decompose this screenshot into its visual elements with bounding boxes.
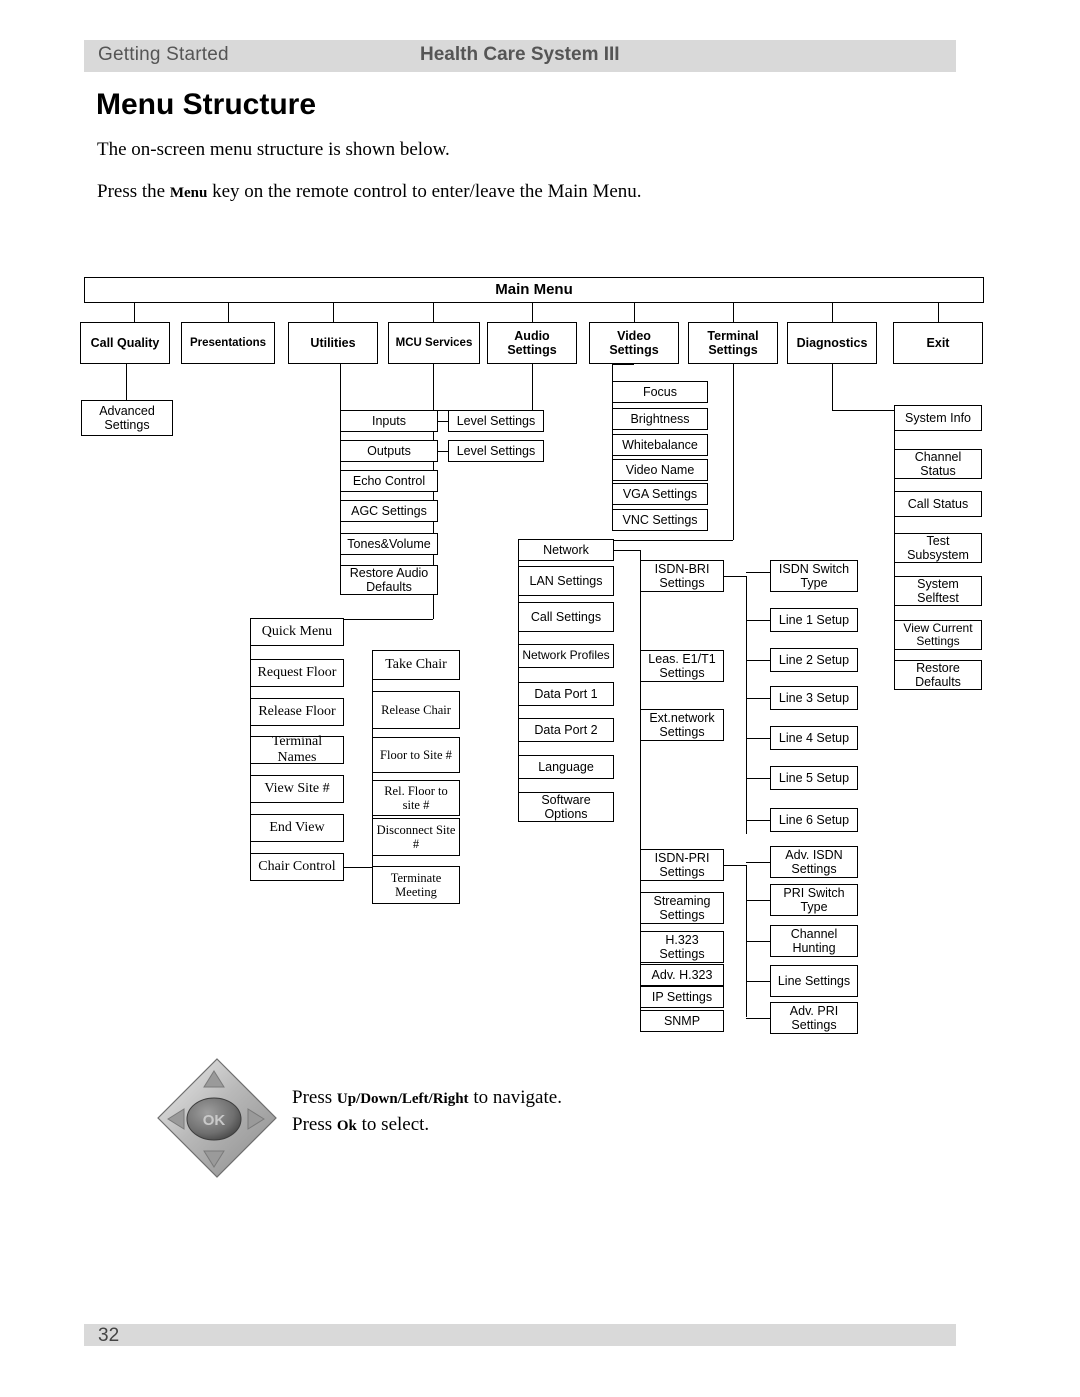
node-advanced-settings: Advanced Settings — [81, 400, 173, 436]
node-lan-settings: LAN Settings — [518, 566, 614, 596]
node-line-2-setup: Line 2 Setup — [770, 648, 858, 672]
node-audio-settings: Audio Settings — [487, 322, 577, 364]
node-line-6-setup: Line 6 Setup — [770, 808, 858, 832]
node-vga-settings: VGA Settings — [612, 483, 708, 505]
node-terminate-meeting: Terminate Meeting — [372, 866, 460, 904]
node-inputs: Inputs — [340, 410, 438, 432]
svg-text:OK: OK — [203, 1112, 226, 1129]
node-chair-control: Chair Control — [250, 853, 344, 881]
node-inputs-level-settings: Level Settings — [448, 410, 544, 432]
node-data-port-1: Data Port 1 — [518, 682, 614, 706]
node-echo-control: Echo Control — [340, 470, 438, 492]
node-leased-e1t1-settings: Leas. E1/T1 Settings — [640, 650, 724, 682]
node-line-settings: Line Settings — [770, 965, 858, 997]
node-channel-status: Channel Status — [894, 449, 982, 479]
nav-line1-before: Press — [292, 1087, 337, 1108]
menu-structure-diagram: Main Menu Call Quality Presentations Uti… — [0, 0, 1080, 1397]
node-end-view: End View — [250, 814, 344, 842]
node-call-quality: Call Quality — [80, 322, 170, 364]
node-ip-settings: IP Settings — [640, 986, 724, 1008]
nav-line1-after: to navigate. — [468, 1087, 562, 1108]
node-quick-menu: Quick Menu — [250, 618, 344, 646]
node-terminal-settings: Terminal Settings — [688, 322, 778, 364]
page: Getting Started Health Care System III M… — [0, 0, 1080, 1397]
node-system-info: System Info — [894, 405, 982, 431]
node-exit: Exit — [893, 322, 983, 364]
node-release-floor: Release Floor — [250, 698, 344, 726]
node-system-selftest: System Selftest — [894, 576, 982, 606]
node-utilities: Utilities — [288, 322, 378, 364]
footer-bar — [84, 1324, 956, 1346]
node-rel-floor-to-site: Rel. Floor to site # — [372, 780, 460, 816]
navigation-pad-graphic: OK — [152, 1053, 282, 1183]
node-vnc-settings: VNC Settings — [612, 509, 708, 531]
node-isdn-switch-type: ISDN Switch Type — [770, 560, 858, 592]
node-channel-hunting: Channel Hunting — [770, 925, 858, 957]
nav-instruction-line-2: Press Ok to select. — [292, 1114, 429, 1136]
nav-line2-after: to select. — [356, 1114, 430, 1135]
node-network: Network — [518, 539, 614, 561]
node-outputs: Outputs — [340, 440, 438, 462]
node-video-settings: Video Settings — [589, 322, 679, 364]
node-test-subsystem: Test Subsystem — [894, 533, 982, 563]
node-data-port-2: Data Port 2 — [518, 718, 614, 742]
node-view-site: View Site # — [250, 775, 344, 803]
node-isdn-bri-settings: ISDN-BRI Settings — [640, 560, 724, 592]
nav-line2-before: Press — [292, 1114, 337, 1135]
node-diagnostics: Diagnostics — [787, 322, 877, 364]
node-main-menu: Main Menu — [84, 277, 984, 303]
node-call-status: Call Status — [894, 491, 982, 517]
node-video-name: Video Name — [612, 459, 708, 481]
node-pri-switch-type: PRI Switch Type — [770, 884, 858, 916]
node-mcu-services: MCU Services — [388, 322, 480, 364]
node-restore-audio-defaults: Restore Audio Defaults — [340, 565, 438, 595]
node-request-floor: Request Floor — [250, 659, 344, 687]
node-restore-defaults: Restore Defaults — [894, 660, 982, 690]
node-line-4-setup: Line 4 Setup — [770, 726, 858, 750]
page-number: 32 — [98, 1325, 120, 1346]
node-network-profiles: Network Profiles — [518, 644, 614, 668]
nav-line2-keys: Ok — [336, 1118, 357, 1134]
node-view-current-settings: View Current Settings — [894, 620, 982, 650]
node-isdn-bri-settings-label: ISDN-BRI Settings — [654, 562, 710, 590]
node-brightness: Brightness — [612, 408, 708, 430]
node-take-chair: Take Chair — [372, 650, 460, 680]
node-call-settings: Call Settings — [518, 602, 614, 632]
node-disconnect-site: Disconnect Site # — [372, 818, 460, 856]
node-release-chair: Release Chair — [372, 691, 460, 729]
node-agc-settings: AGC Settings — [340, 500, 438, 522]
node-floor-to-site: Floor to Site # — [372, 737, 460, 773]
node-h323-settings: H.323 Settings — [640, 931, 724, 963]
node-presentations: Presentations — [181, 322, 275, 364]
node-isdn-pri-settings: ISDN-PRI Settings — [640, 849, 724, 881]
node-outputs-level-settings: Level Settings — [448, 440, 544, 462]
node-adv-isdn-settings: Adv. ISDN Settings — [770, 846, 858, 878]
node-snmp: SNMP — [640, 1010, 724, 1032]
node-focus: Focus — [612, 381, 708, 403]
node-language: Language — [518, 755, 614, 779]
node-adv-pri-settings: Adv. PRI Settings — [770, 1002, 858, 1034]
node-line-1-setup: Line 1 Setup — [770, 608, 858, 632]
node-tones-volume: Tones&Volume — [340, 533, 438, 555]
node-adv-h323: Adv. H.323 — [640, 964, 724, 986]
node-ext-network-settings: Ext.network Settings — [640, 709, 724, 741]
node-software-options: Software Options — [518, 792, 614, 822]
node-streaming-settings: Streaming Settings — [640, 892, 724, 924]
node-whitebalance: Whitebalance — [612, 434, 708, 456]
nav-line1-keys: Up/Down/Left/Right — [336, 1091, 469, 1107]
nav-instruction-line-1: Press Up/Down/Left/Right to navigate. — [292, 1087, 562, 1109]
node-terminal-names: Terminal Names — [250, 734, 344, 765]
node-line-3-setup: Line 3 Setup — [770, 686, 858, 710]
node-line-5-setup: Line 5 Setup — [770, 766, 858, 790]
